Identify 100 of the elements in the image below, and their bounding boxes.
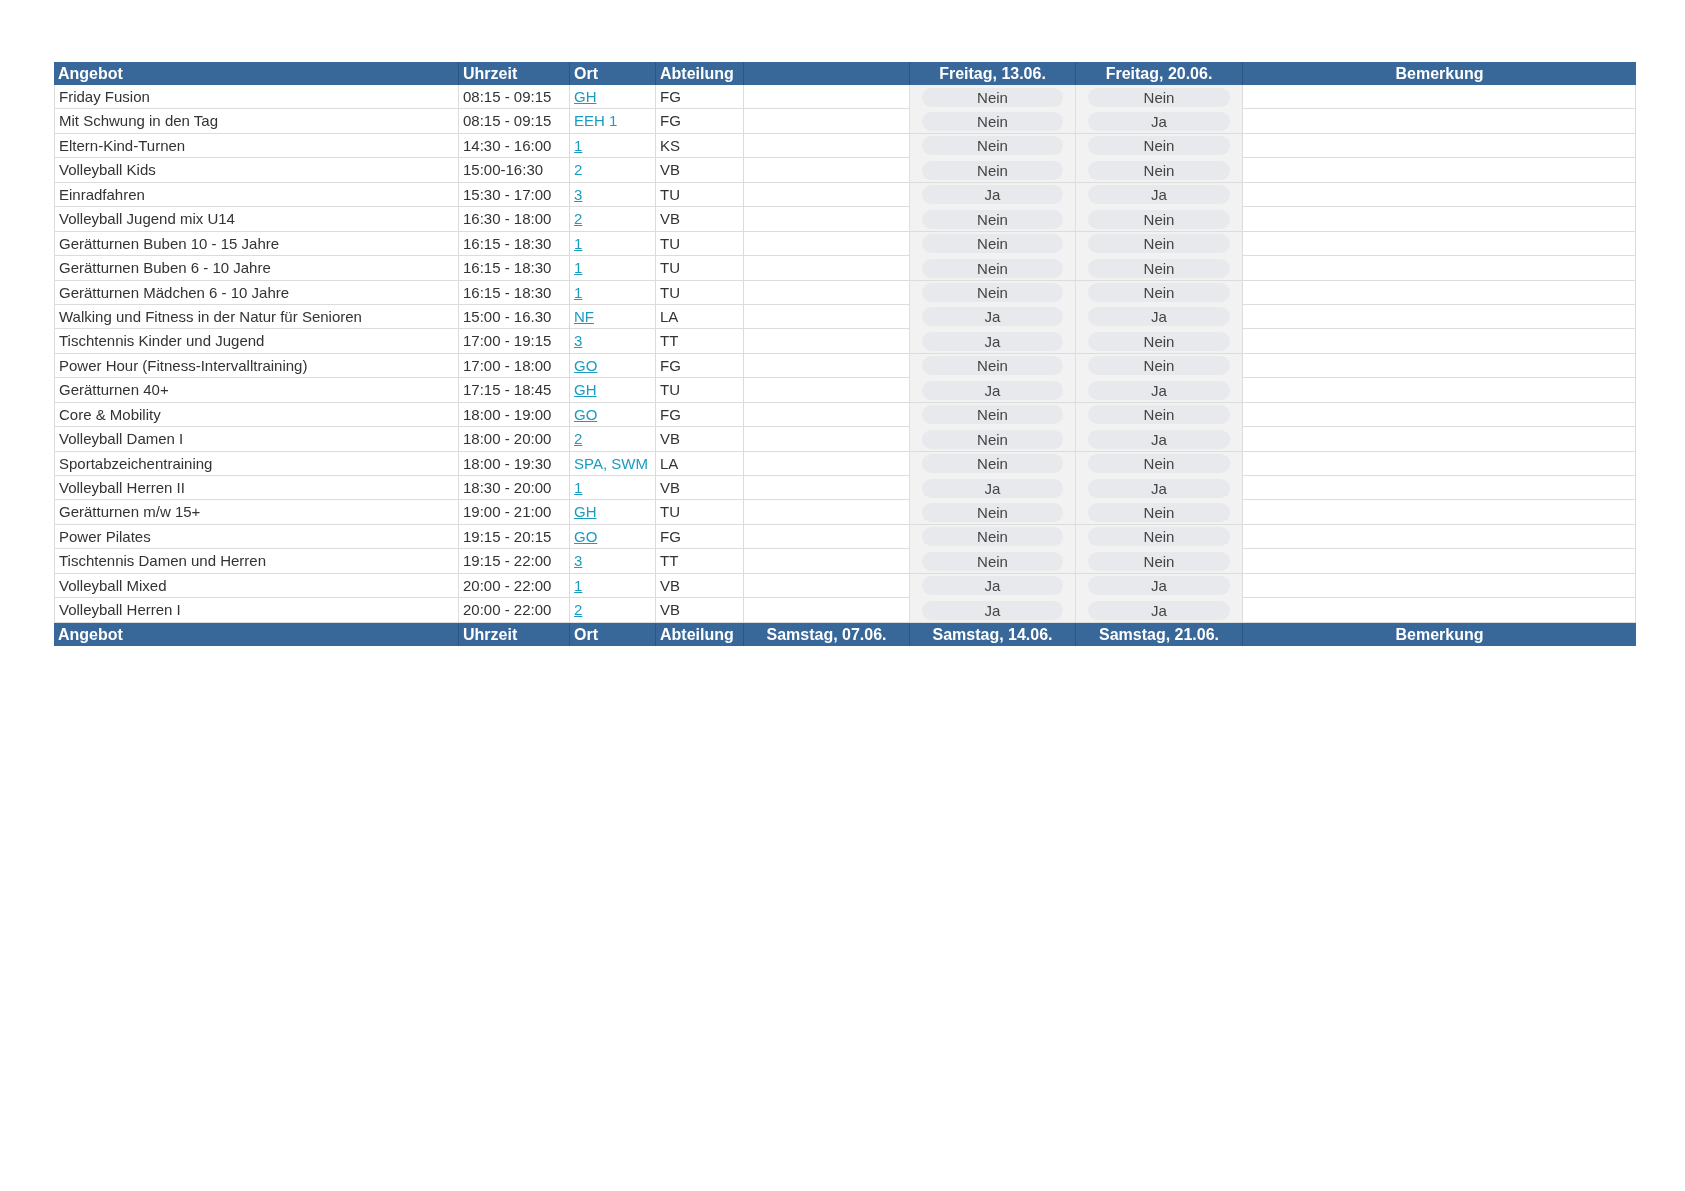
table-cell: 19:15 - 22:00 [458, 549, 569, 574]
dropdown-chip[interactable]: Nein [1088, 551, 1230, 571]
dropdown-chip[interactable]: Nein [1088, 209, 1230, 229]
table-cell: TT [655, 549, 743, 574]
table-cell: 16:15 - 18:30 [458, 280, 569, 305]
table-cell: Power Hour (Fitness-Intervalltraining) [54, 353, 458, 378]
table-cell: 16:15 - 18:30 [458, 231, 569, 256]
table-cell: Einradfahren [54, 182, 458, 207]
dropdown-chip[interactable]: Ja [922, 478, 1063, 498]
table-cell: FG [655, 85, 743, 109]
dropdown-chip[interactable]: Nein [922, 405, 1063, 425]
dropdown-chip[interactable]: Ja [922, 307, 1063, 327]
dropdown-chip[interactable]: Nein [1088, 87, 1230, 107]
column-header: Samstag, 14.06. [909, 622, 1075, 646]
dropdown-chip[interactable]: Nein [922, 283, 1063, 302]
dropdown-chip[interactable]: Nein [1088, 160, 1230, 180]
column-header: Bemerkung [1242, 62, 1636, 85]
dropdown-chip[interactable]: Nein [922, 551, 1063, 571]
dropdown-chip[interactable]: Nein [1088, 283, 1230, 302]
dropdown-chip[interactable]: Ja [1088, 429, 1230, 449]
dropdown-chip[interactable]: Nein [922, 87, 1063, 107]
table-cell: Friday Fusion [54, 85, 458, 109]
dropdown-chip[interactable]: Nein [922, 258, 1063, 278]
column-header: Ort [569, 62, 655, 85]
dropdown-chip[interactable]: Ja [1088, 111, 1230, 131]
dropdown-chip[interactable]: Nein [1088, 356, 1230, 376]
table-cell: VB [655, 427, 743, 452]
table-cell: KS [655, 133, 743, 158]
table-cell: Gerätturnen Buben 6 - 10 Jahre [54, 256, 458, 281]
column-header: Abteilung [655, 62, 743, 85]
column-header: Uhrzeit [458, 622, 569, 646]
table-cell: 08:15 - 09:15 [458, 85, 569, 109]
table-cell: 17:15 - 18:45 [458, 378, 569, 403]
table-cell: Power Pilates [54, 524, 458, 549]
table-cell: LA [655, 451, 743, 476]
table-cell: TU [655, 256, 743, 281]
dropdown-chip[interactable]: Ja [922, 185, 1063, 205]
dropdown-chip[interactable]: Nein [922, 454, 1063, 474]
table-cell: 20:00 - 22:00 [458, 573, 569, 598]
table-cell: Volleyball Kids [54, 158, 458, 183]
dropdown-chip[interactable]: Nein [922, 502, 1063, 522]
table-cell: 19:00 - 21:00 [458, 500, 569, 525]
table-cell: Gerätturnen m/w 15+ [54, 500, 458, 525]
dropdown-chip[interactable]: Nein [1088, 405, 1230, 425]
table-cell: Core & Mobility [54, 402, 458, 427]
dropdown-chip[interactable]: Nein [1088, 331, 1230, 351]
location-text: EEH 1 [574, 112, 618, 130]
dropdown-chip[interactable]: Ja [922, 331, 1063, 351]
dropdown-chip[interactable]: Nein [922, 136, 1063, 156]
table-cell: 18:00 - 19:30 [458, 451, 569, 476]
dropdown-chip[interactable]: Nein [922, 234, 1063, 254]
dropdown-chip[interactable]: Nein [922, 111, 1063, 131]
table-cell: 17:00 - 18:00 [458, 353, 569, 378]
table-cell: FG [655, 524, 743, 549]
table-cell: 16:30 - 18:00 [458, 207, 569, 232]
column-header: Samstag, 07.06. [743, 622, 909, 646]
dropdown-chip[interactable]: Ja [1088, 380, 1230, 400]
dropdown-chip[interactable]: Nein [1088, 502, 1230, 522]
column-header: Angebot [57, 624, 124, 645]
table-cell: 16:15 - 18:30 [458, 256, 569, 281]
dropdown-chip[interactable]: Nein [922, 429, 1063, 449]
dropdown-chip[interactable]: Nein [1088, 136, 1230, 156]
column-header: Abteilung [655, 622, 743, 646]
table-cell: Volleyball Jugend mix U14 [54, 207, 458, 232]
dropdown-chip[interactable]: Nein [1088, 258, 1230, 278]
dropdown-chip[interactable]: Nein [922, 356, 1063, 376]
dropdown-chip[interactable]: Nein [922, 209, 1063, 229]
table-cell: 20:00 - 22:00 [458, 598, 569, 623]
table-cell: Mit Schwung in den Tag [54, 109, 458, 134]
table-cell: Gerätturnen Mädchen 6 - 10 Jahre [54, 280, 458, 305]
table-cell: VB [655, 207, 743, 232]
dropdown-chip[interactable]: Ja [922, 576, 1063, 596]
dropdown-chip[interactable]: Ja [1088, 307, 1230, 327]
table-cell: FG [655, 109, 743, 134]
table-cell: Gerätturnen Buben 10 - 15 Jahre [54, 231, 458, 256]
dropdown-chip[interactable]: Nein [922, 160, 1063, 180]
table-cell: TU [655, 280, 743, 305]
dropdown-chip[interactable]: Ja [1088, 478, 1230, 498]
location-text: SPA, SWM [574, 454, 648, 472]
table-cell: Tischtennis Damen und Herren [54, 549, 458, 574]
table-cell: Volleyball Damen I [54, 427, 458, 452]
table-cell: 17:00 - 19:15 [458, 329, 569, 354]
dropdown-chip[interactable]: Ja [922, 380, 1063, 400]
table-cell: Volleyball Herren II [54, 476, 458, 500]
location-text: 2 [574, 161, 583, 179]
dropdown-chip[interactable]: Nein [1088, 527, 1230, 547]
dropdown-chip[interactable]: Ja [1088, 185, 1230, 205]
table-cell: 18:30 - 20:00 [458, 476, 569, 500]
dropdown-chip[interactable]: Nein [922, 527, 1063, 547]
dropdown-chip[interactable]: Nein [1088, 454, 1230, 474]
column-header: Ort [569, 622, 655, 646]
column-header: Samstag, 21.06. [1075, 622, 1242, 646]
table-cell: Volleyball Herren I [54, 598, 458, 623]
table-cell: 18:00 - 19:00 [458, 402, 569, 427]
dropdown-chip[interactable]: Ja [1088, 600, 1230, 620]
table-cell: 15:30 - 17:00 [458, 182, 569, 207]
table-cell: Sportabzeichentraining [54, 451, 458, 476]
dropdown-chip[interactable]: Nein [1088, 234, 1230, 254]
dropdown-chip[interactable]: Ja [922, 600, 1063, 620]
dropdown-chip[interactable]: Ja [1088, 576, 1230, 596]
